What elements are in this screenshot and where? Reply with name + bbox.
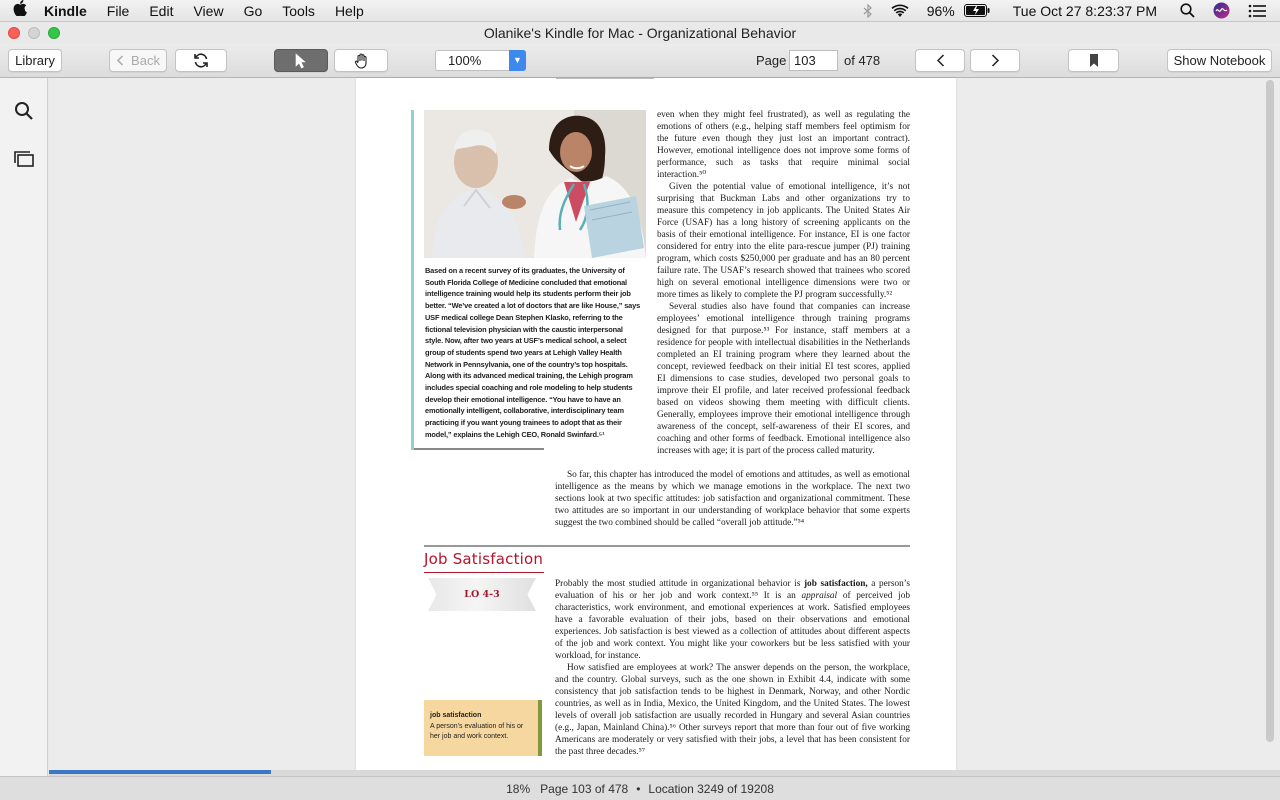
sync-icon [194,53,208,68]
reading-area[interactable]: Based on a recent survey of its graduate… [49,78,1280,770]
menu-bar: Kindle File Edit View Go Tools Help 96% … [0,0,1280,22]
menu-app-name[interactable]: Kindle [40,3,97,19]
paragraph-4: So far, this chapter has introduced the … [555,470,910,528]
status-bar: 18% Page 103 of 478 • Location 3249 of 1… [0,776,1280,800]
back-button[interactable]: Back [109,49,167,72]
arrow-pointer-icon [295,52,306,68]
section-underline [424,572,544,573]
library-button[interactable]: Library [8,49,62,72]
menu-edit[interactable]: Edit [139,3,183,19]
paragraph-3: Several studies also have found that com… [657,302,910,456]
status-page: Page 103 of 478 [540,781,629,796]
battery-percent: 96% [926,2,955,19]
menu-clock[interactable]: Tue Oct 27 8:23:37 PM [999,3,1171,19]
select-tool-button[interactable] [274,49,328,72]
definition-term: job satisfaction [430,712,482,719]
siri-icon[interactable] [1204,2,1239,19]
definition-box: job satisfaction A person’s evaluation o… [424,700,542,756]
page-total: of 478 [844,53,881,68]
window-title: Olanike's Kindle for Mac - Organizationa… [483,25,797,41]
apple-icon[interactable] [0,0,40,21]
paragraph-5-part-a: Probably the most studied attitude in or… [555,579,804,589]
menu-file[interactable]: File [97,3,140,19]
status-separator: • [636,781,641,796]
chevron-left-icon [936,54,944,67]
text-column-full: So far, this chapter has introduced the … [555,469,910,529]
menu-view[interactable]: View [183,3,233,19]
learning-objective-badge: LO 4-3 [428,578,536,611]
window-close-button[interactable] [8,27,20,39]
search-icon[interactable] [14,101,34,121]
running-head [556,78,656,83]
figure-caption: Based on a recent survey of its graduate… [425,266,641,439]
menu-help[interactable]: Help [325,3,374,19]
bookmark-icon [1089,54,1098,67]
reading-progress-fill [49,770,271,774]
chevron-right-icon [991,54,999,67]
status-percent: 18% [506,781,531,796]
hand-tool-button[interactable] [334,49,388,72]
next-page-button[interactable] [970,49,1020,72]
paragraph-1: even when they might feel frustrated), a… [657,110,910,180]
vertical-scrollbar[interactable] [1266,80,1274,742]
page-label: Page [756,53,787,68]
text-column-right: even when they might feel frustrated), a… [657,109,910,456]
key-term: job satisfaction, [803,579,868,589]
chevron-left-icon [116,55,124,66]
battery-icon[interactable] [963,4,999,17]
previous-page-button[interactable] [915,49,965,72]
hand-icon [354,52,367,69]
menu-tools[interactable]: Tools [272,3,325,19]
show-notebook-button[interactable]: Show Notebook [1167,49,1272,72]
chevron-down-icon[interactable]: ▼ [509,50,526,71]
text-column-job-satisfaction: Probably the most studied attitude in or… [555,578,910,758]
section-rule [424,545,910,547]
window-title-bar: Olanike's Kindle for Mac - Organizationa… [0,22,1280,44]
bluetooth-icon[interactable] [854,3,882,18]
bookmark-button[interactable] [1068,49,1119,72]
section-title: Job Satisfaction [424,550,544,568]
window-minimize-button[interactable] [28,27,40,39]
paragraph-2: Given the potential value of emotional i… [657,182,910,300]
zoom-value: 100% [448,53,482,68]
zoom-select[interactable]: 100% ▼ [435,50,526,71]
toolbar: Library Back Show Notebook [0,44,1280,78]
sync-button[interactable] [175,49,227,72]
menu-go[interactable]: Go [234,3,273,19]
learning-objective-label: LO 4-3 [464,589,500,600]
wifi-icon[interactable] [882,4,918,18]
notification-center-icon[interactable] [1239,4,1280,18]
book-page: Based on a recent survey of its graduate… [356,78,956,770]
side-rail [0,78,48,776]
flashcards-icon[interactable] [14,150,34,170]
paragraph-6: How satisfied are employees at work? The… [555,663,910,757]
spotlight-search-icon[interactable] [1171,3,1204,18]
paragraph-5-part-c: of perceived job characteristics, work e… [555,591,910,661]
page-number-input[interactable]: 103 [789,50,838,71]
doctor-patient-photo [424,110,646,258]
emphasis-term: appraisal [801,591,838,601]
back-button-label: Back [131,53,160,68]
definition-text: A person’s evaluation of his or her job … [430,722,524,741]
status-location: Location 3249 of 19208 [648,781,774,796]
paragraph-5: Probably the most studied attitude in or… [555,578,910,662]
window-zoom-button[interactable] [48,27,60,39]
